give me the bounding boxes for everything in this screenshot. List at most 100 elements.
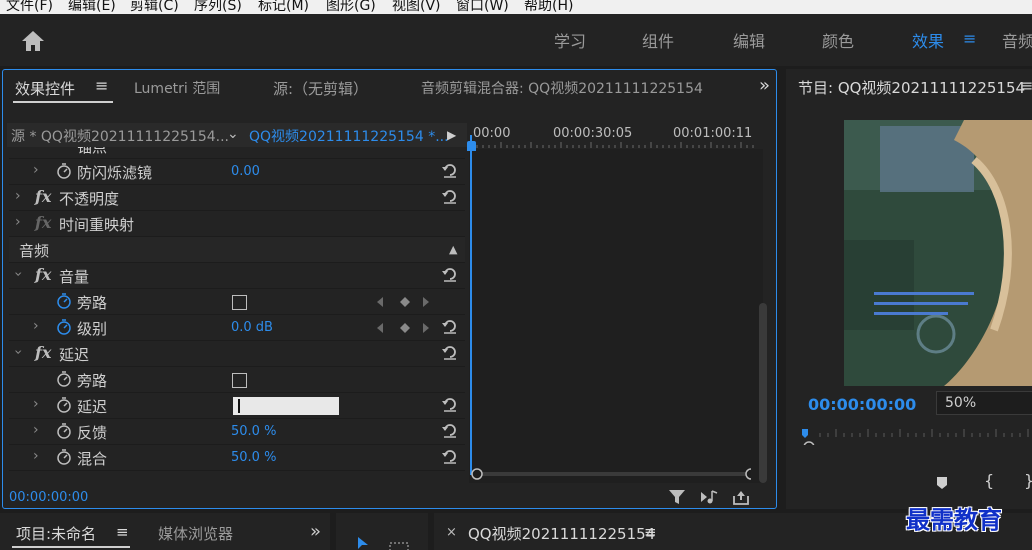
- chevron-right-icon[interactable]: ›: [33, 147, 39, 152]
- effect-timeline[interactable]: 00:00 00:00:30:05 00:01:00:11: [467, 123, 767, 483]
- menu-edit[interactable]: 编辑(E): [68, 0, 116, 14]
- tab-sequence[interactable]: QQ视频20211111225154: [468, 523, 655, 544]
- panel-menu-icon[interactable]: ≡: [644, 523, 657, 541]
- stopwatch-icon[interactable]: [55, 448, 73, 466]
- effect-controls-timecode[interactable]: 00:00:00:00: [9, 490, 88, 505]
- source-clip-label[interactable]: 源 * QQ视频20211111225154...: [11, 126, 229, 146]
- menu-graphics[interactable]: 图形(G): [326, 0, 376, 14]
- tab-media-browser[interactable]: 媒体浏览器: [158, 523, 233, 544]
- workspace-tab-editing[interactable]: 编辑: [733, 28, 765, 52]
- tab-source[interactable]: 源:（无剪辑）: [273, 78, 368, 99]
- reset-icon[interactable]: [441, 187, 459, 205]
- menu-help[interactable]: 帮助(H): [524, 0, 573, 14]
- play-audio-icon[interactable]: [699, 488, 719, 506]
- delay-value-input[interactable]: [233, 397, 339, 415]
- playhead[interactable]: [467, 135, 476, 475]
- effect-row-time-remap: › fx 时间重映射: [9, 211, 465, 237]
- program-time-ruler[interactable]: [800, 425, 1032, 445]
- property-value[interactable]: 0.00: [231, 164, 260, 179]
- stopwatch-icon[interactable]: [55, 370, 73, 388]
- tab-project[interactable]: 项目:未命名: [16, 523, 96, 544]
- chevron-right-icon[interactable]: ›: [15, 188, 21, 204]
- chevron-right-icon[interactable]: ›: [33, 448, 39, 464]
- play-triangle-icon[interactable]: ▶: [447, 128, 456, 142]
- vertical-scrollbar[interactable]: [759, 303, 767, 483]
- filter-icon[interactable]: [667, 488, 687, 506]
- timeline-ruler[interactable]: 00:00 00:00:30:05 00:01:00:11: [469, 123, 763, 149]
- menu-marker[interactable]: 标记(M): [258, 0, 309, 14]
- workspace-tab-color[interactable]: 颜色: [822, 28, 854, 52]
- menu-sequence[interactable]: 序列(S): [194, 0, 242, 14]
- chevron-down-icon[interactable]: ⌄: [227, 126, 239, 142]
- panel-menu-icon[interactable]: ≡: [95, 76, 108, 95]
- effect-properties-list: › 锚点 › 防闪烁滤镜 0.00 › fx 不透明度 › fx 时间重映射 音…: [9, 147, 467, 479]
- workspace-tab-assembly[interactable]: 组件: [642, 28, 674, 52]
- export-icon[interactable]: [731, 488, 751, 506]
- menu-view[interactable]: 视图(V): [392, 0, 441, 14]
- track-select-tool-icon[interactable]: [388, 541, 412, 550]
- mark-in-icon[interactable]: {: [984, 471, 994, 490]
- mark-out-icon[interactable]: }: [1024, 471, 1032, 490]
- program-timecode[interactable]: 00:00:00:00: [808, 395, 916, 414]
- fx-icon[interactable]: fx: [35, 187, 51, 206]
- tab-audio-clip-mixer[interactable]: 音频剪辑混合器: QQ视频20211111225154: [421, 78, 703, 98]
- tab-effect-controls[interactable]: 效果控件: [15, 78, 75, 99]
- workspace-menu-icon[interactable]: ≡: [963, 29, 976, 48]
- bypass-checkbox[interactable]: [232, 295, 247, 310]
- stopwatch-icon[interactable]: [55, 162, 73, 180]
- timeline-zoom-scrollbar[interactable]: [469, 467, 751, 481]
- reset-icon[interactable]: [441, 317, 459, 335]
- home-icon[interactable]: [18, 27, 48, 55]
- zoom-level-select[interactable]: 50%: [936, 391, 1032, 415]
- reset-icon[interactable]: [441, 343, 459, 361]
- stopwatch-icon[interactable]: [55, 396, 73, 414]
- project-panel-tabs: 项目:未命名 ≡ 媒体浏览器 »: [0, 513, 330, 550]
- reset-icon[interactable]: [441, 161, 459, 179]
- menu-file[interactable]: 文件(F): [6, 0, 53, 14]
- property-row-anti-flicker: › 防闪烁滤镜 0.00: [9, 159, 465, 185]
- chevron-right-icon[interactable]: ›: [15, 214, 21, 230]
- chevron-right-icon[interactable]: ›: [33, 422, 39, 438]
- reset-icon[interactable]: [441, 265, 459, 283]
- keyframe-navigator-icon[interactable]: [375, 321, 435, 335]
- stopwatch-active-icon[interactable]: [55, 318, 73, 336]
- ruler-time-label: 00:00: [473, 126, 511, 141]
- chevron-right-icon[interactable]: ›: [33, 396, 39, 412]
- program-monitor-title[interactable]: 节目: QQ视频20211111225154: [798, 77, 1025, 98]
- reset-icon[interactable]: [441, 395, 459, 413]
- chevron-down-icon[interactable]: ›: [10, 349, 26, 355]
- property-value[interactable]: 50.0 %: [231, 450, 276, 465]
- bypass-checkbox[interactable]: [232, 373, 247, 388]
- workspace-tab-audio[interactable]: 音频: [1002, 28, 1032, 52]
- property-label: 旁路: [77, 372, 108, 390]
- keyframe-navigator-icon[interactable]: [375, 295, 435, 309]
- reset-icon[interactable]: [441, 447, 459, 465]
- collapse-up-icon[interactable]: ▲: [449, 243, 457, 256]
- stopwatch-active-icon[interactable]: [55, 292, 73, 310]
- workspace-tab-learn[interactable]: 学习: [554, 28, 586, 52]
- panel-overflow-icon[interactable]: »: [759, 75, 770, 96]
- close-icon[interactable]: ×: [446, 525, 457, 540]
- video-preview[interactable]: [844, 120, 1032, 386]
- fx-icon[interactable]: fx: [35, 343, 51, 362]
- stopwatch-icon[interactable]: [55, 422, 73, 440]
- property-value[interactable]: 50.0 %: [231, 424, 276, 439]
- chevron-right-icon[interactable]: ›: [33, 162, 39, 178]
- workspace-tab-effects[interactable]: 效果: [912, 28, 944, 52]
- panel-menu-icon[interactable]: ≡: [116, 523, 129, 541]
- selection-tool-icon[interactable]: [356, 535, 370, 549]
- reset-icon[interactable]: [441, 421, 459, 439]
- menu-window[interactable]: 窗口(W): [456, 0, 509, 14]
- add-marker-icon[interactable]: [934, 475, 950, 491]
- effect-controls-panel: 效果控件 ≡ Lumetri 范围 源:（无剪辑） 音频剪辑混合器: QQ视频2…: [2, 69, 777, 509]
- sequence-clip-label[interactable]: QQ视频20211111225154 *...: [249, 126, 449, 146]
- tab-lumetri-scopes[interactable]: Lumetri 范围: [134, 78, 220, 98]
- chevron-right-icon[interactable]: ›: [33, 318, 39, 334]
- fx-icon[interactable]: fx: [35, 265, 51, 284]
- panel-overflow-icon[interactable]: »: [310, 521, 321, 542]
- panel-menu-icon[interactable]: ≡: [1020, 76, 1032, 95]
- playhead-handle[interactable]: [467, 141, 476, 151]
- chevron-down-icon[interactable]: ›: [10, 271, 26, 277]
- menu-clip[interactable]: 剪辑(C): [130, 0, 179, 14]
- property-value[interactable]: 0.0 dB: [231, 320, 273, 335]
